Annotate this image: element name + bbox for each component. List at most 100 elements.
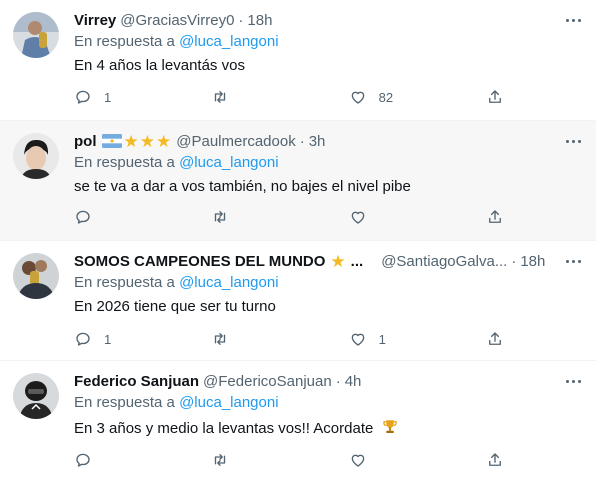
retweet-button[interactable] [211, 330, 301, 348]
separator-dot: · [238, 11, 244, 29]
tweet[interactable]: SOMOS CAMPEONES DEL MUNDO ★ ... @Santiag… [0, 241, 596, 361]
mention-link[interactable]: @luca_langoni [179, 33, 278, 50]
tweet[interactable]: Virrey @GraciasVirrey0 · 18h En respuest… [0, 0, 596, 121]
share-icon [489, 210, 501, 223]
more-options-icon[interactable] [562, 253, 584, 269]
reply-button[interactable] [74, 208, 164, 226]
argentina-flag-icon [101, 134, 122, 148]
tweet-text: En 3 años y medio la levantas vos!! Acor… [74, 420, 374, 437]
display-name[interactable]: SOMOS CAMPEONES DEL MUNDO [74, 253, 325, 270]
like-button[interactable]: 1 [349, 330, 439, 348]
mention-link[interactable]: @luca_langoni [179, 394, 278, 411]
reply-button[interactable] [74, 451, 164, 469]
share-icon [489, 90, 501, 103]
tweet-content: SOMOS CAMPEONES DEL MUNDO ★ ... @Santiag… [74, 250, 582, 320]
tweet-header: Virrey @GraciasVirrey0 · 18h [74, 9, 582, 31]
tweet-actions [74, 208, 506, 226]
avatar[interactable] [13, 133, 59, 179]
retweet-icon [215, 333, 226, 345]
avatar[interactable] [13, 373, 59, 419]
timestamp[interactable]: 4h [345, 373, 362, 390]
tweet-header: pol ★ ★ ★ @Paulmercadook · 3h [74, 130, 582, 152]
display-name[interactable]: Virrey [74, 12, 116, 29]
share-button[interactable] [486, 208, 506, 226]
name-ellipsis: ... [350, 252, 364, 270]
avatar[interactable] [13, 12, 59, 58]
star-icon: ★ [139, 131, 155, 151]
user-handle[interactable]: @GraciasVirrey0 [120, 12, 234, 29]
more-options-icon[interactable] [562, 133, 584, 149]
star-icon: ★ [330, 251, 346, 271]
tweet[interactable]: Federico Sanjuan @FedericoSanjuan · 4h E… [0, 361, 596, 482]
reply-label: En respuesta a [74, 394, 175, 411]
timestamp[interactable]: 18h [520, 253, 545, 270]
reply-count: 1 [104, 331, 112, 347]
reply-feed: Virrey @GraciasVirrey0 · 18h En respuest… [0, 0, 596, 482]
tweet-header: SOMOS CAMPEONES DEL MUNDO ★ ... @Santiag… [74, 250, 582, 272]
like-count: 1 [378, 331, 386, 347]
share-button[interactable] [486, 451, 506, 469]
heart-icon [351, 333, 364, 346]
timestamp[interactable]: 18h [247, 12, 272, 29]
reply-button[interactable]: 1 [74, 88, 164, 106]
retweet-button[interactable] [211, 88, 301, 106]
user-handle[interactable]: @FedericoSanjuan [203, 373, 332, 390]
tweet-text: En 2026 tiene que ser tu turno [74, 298, 276, 315]
star-icon: ★ [123, 131, 139, 151]
share-button[interactable] [486, 330, 506, 348]
share-icon [489, 453, 501, 466]
tweet-content: pol ★ ★ ★ @Paulmercadook · 3h En respues… [74, 130, 582, 200]
tweet-actions [74, 451, 506, 469]
user-handle[interactable]: @SantiagoGalva... [381, 253, 507, 270]
tweet-actions: 1 82 [74, 88, 506, 106]
retweet-button[interactable] [211, 208, 301, 226]
tweet-header: Federico Sanjuan @FedericoSanjuan · 4h [74, 370, 582, 392]
tweet-text: se te va a dar a vos también, no bajes e… [74, 178, 411, 195]
reply-context: En respuesta a @luca_langoni [74, 274, 582, 295]
share-icon [489, 332, 501, 345]
reply-label: En respuesta a [74, 154, 175, 171]
reply-icon [76, 453, 90, 467]
tweet[interactable]: pol ★ ★ ★ @Paulmercadook · 3h En respues… [0, 121, 596, 241]
more-options-icon[interactable] [562, 12, 584, 28]
reply-context: En respuesta a @luca_langoni [74, 154, 582, 175]
like-button[interactable] [349, 451, 439, 469]
reply-icon [76, 210, 90, 224]
reply-context: En respuesta a @luca_langoni [74, 394, 582, 415]
like-count: 82 [378, 89, 394, 105]
separator-dot: · [511, 252, 517, 270]
display-name[interactable]: pol [74, 133, 97, 150]
tweet-actions: 1 1 [74, 330, 506, 348]
reply-label: En respuesta a [74, 274, 175, 291]
separator-dot: · [299, 132, 305, 150]
more-options-icon[interactable] [562, 373, 584, 389]
like-button[interactable] [349, 208, 439, 226]
user-handle[interactable]: @Paulmercadook [176, 133, 295, 150]
stars-decoration: ★ ★ ★ [124, 133, 173, 150]
timestamp[interactable]: 3h [309, 133, 326, 150]
tweet-text-container: En 3 años y medio la levantas vos!! Acor… [74, 418, 582, 440]
tweet-content: Federico Sanjuan @FedericoSanjuan · 4h E… [74, 370, 582, 440]
reply-count: 1 [104, 89, 112, 105]
avatar[interactable] [13, 253, 59, 299]
reply-button[interactable]: 1 [74, 330, 164, 348]
reply-icon [76, 90, 90, 104]
heart-icon [351, 454, 364, 467]
heart-icon [351, 91, 364, 104]
reply-label: En respuesta a [74, 33, 175, 50]
reply-context: En respuesta a @luca_langoni [74, 33, 582, 54]
retweet-icon [215, 91, 226, 103]
share-button[interactable] [486, 88, 506, 106]
tweet-text: En 4 años la levantás vos [74, 57, 245, 74]
retweet-button[interactable] [211, 451, 301, 469]
tweet-content: Virrey @GraciasVirrey0 · 18h En respuest… [74, 9, 582, 79]
separator-dot: · [335, 372, 341, 390]
retweet-icon [215, 211, 226, 223]
star-icon: ★ [156, 131, 172, 151]
heart-icon [351, 211, 364, 224]
retweet-icon [215, 454, 226, 466]
like-button[interactable]: 82 [349, 88, 439, 106]
display-name[interactable]: Federico Sanjuan [74, 373, 199, 390]
mention-link[interactable]: @luca_langoni [179, 274, 278, 291]
mention-link[interactable]: @luca_langoni [179, 154, 278, 171]
